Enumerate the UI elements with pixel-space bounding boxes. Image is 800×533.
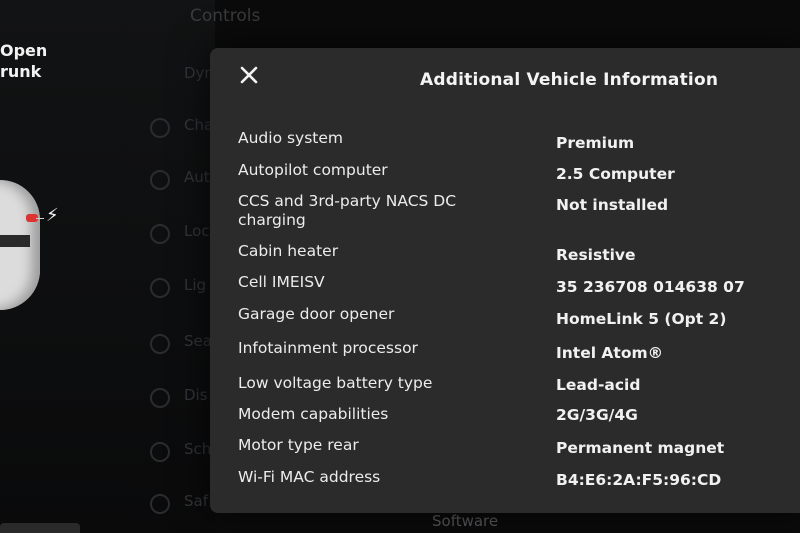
info-label: Cabin heater [238,242,339,260]
info-value: 2G/3G/4G [556,406,638,424]
info-row-modem-capabilities: Modem capabilities 2G/3G/4G [0,405,800,427]
info-label: Infotainment processor [238,339,418,357]
info-row-wifi-mac: Wi-Fi MAC address B4:E6:2A:F5:96:CD [0,468,800,490]
safety-icon [150,494,170,514]
info-label: Modem capabilities [238,405,389,423]
info-label: Cell IMEISV [238,273,325,291]
info-label: Audio system [238,129,344,147]
info-label: Low voltage battery type [238,374,433,392]
info-row-motor-type-rear: Motor type rear Permanent magnet [0,436,800,458]
info-row-infotainment-processor: Infotainment processor Intel Atom® [0,339,800,362]
menu-item-software[interactable]: Software [432,512,498,530]
info-label: Garage door opener [238,305,395,323]
info-value: 2.5 Computer [556,165,675,183]
info-label: Autopilot computer [238,161,388,179]
info-label: CCS and 3rd-party NACS DC charging [238,192,457,229]
info-value: HomeLink 5 (Opt 2) [556,310,727,328]
dialog-title: Additional Vehicle Information [420,70,719,90]
charge-cable [36,218,44,219]
info-value: 35 236708 014638 07 [556,278,745,296]
info-row-cell-imeisv: Cell IMEISV 35 236708 014638 07 [0,273,800,296]
info-label: Motor type rear [238,436,359,454]
open-trunk-button[interactable]: Open runk [0,40,47,82]
open-trunk-line-2: runk [0,62,42,81]
info-row-ccs-charging: CCS and 3rd-party NACS DC charging Not i… [0,192,800,229]
info-row-cabin-heater: Cabin heater Resistive [0,242,800,264]
info-value: Not installed [556,196,669,214]
info-value: Resistive [556,246,636,264]
info-value: Permanent magnet [556,439,725,457]
open-trunk-line-1: Open [0,41,48,60]
controls-title: Controls [190,6,261,26]
info-value: Intel Atom® [556,344,664,362]
info-value: Premium [556,134,635,152]
menu-item-label: Saf [184,492,208,510]
info-row-autopilot-computer: Autopilot computer 2.5 Computer [0,161,800,183]
lock-icon [150,224,170,244]
close-icon[interactable] [238,64,260,86]
info-value: B4:E6:2A:F5:96:CD [556,471,722,489]
info-row-battery-type: Low voltage battery type Lead-acid [0,374,800,396]
info-row-garage-door-opener: Garage door opener HomeLink 5 (Opt 2) [0,305,800,328]
bottom-bar [0,523,80,533]
info-row-audio-system: Audio system Premium [0,129,800,152]
info-value: Lead-acid [556,376,641,394]
menu-item-label: Loc [184,222,210,240]
info-label: Wi-Fi MAC address [238,468,381,486]
